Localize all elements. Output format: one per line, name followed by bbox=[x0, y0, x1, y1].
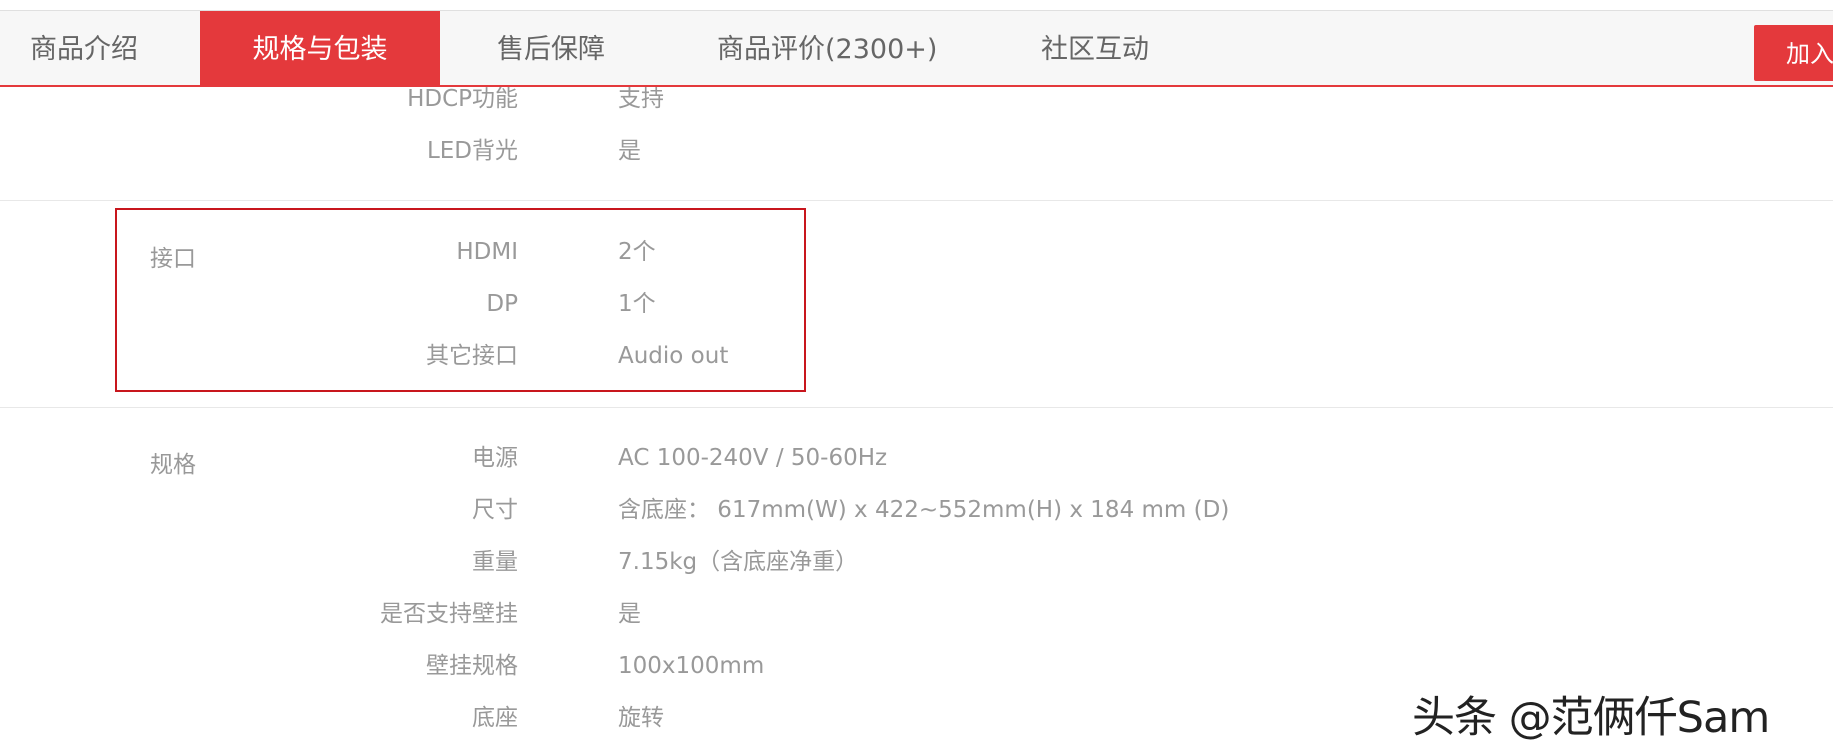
tab-specs-packaging[interactable]: 规格与包装 bbox=[200, 11, 440, 85]
spec-key: 底座 bbox=[472, 705, 518, 731]
spec-key: 壁挂规格 bbox=[426, 653, 518, 679]
spec-value: 100x100mm bbox=[618, 653, 765, 679]
spec-row: 尺寸 含底座： 617mm(W) x 422~552mm(H) x 184 mm… bbox=[0, 490, 1833, 530]
spec-value: AC 100-240V / 50-60Hz bbox=[618, 445, 888, 471]
spec-row: 是否支持壁挂 是 bbox=[0, 594, 1833, 634]
spec-key: 尺寸 bbox=[472, 497, 518, 523]
section-divider bbox=[0, 200, 1833, 201]
spec-value: 是 bbox=[618, 138, 641, 164]
spec-key: LED背光 bbox=[426, 138, 518, 164]
spec-key: 是否支持壁挂 bbox=[380, 601, 518, 627]
spec-row: HDCP功能 支持 bbox=[0, 87, 1833, 119]
tab-reviews[interactable]: 商品评价(2300+) bbox=[717, 11, 937, 85]
spec-value: 含底座： 617mm(W) x 422~552mm(H) x 184 mm (D… bbox=[618, 497, 1230, 523]
interface-highlight-box bbox=[115, 208, 806, 392]
spec-row: 壁挂规格 100x100mm bbox=[0, 646, 1833, 686]
spec-row: LED背光 是 bbox=[0, 131, 1833, 171]
section-divider bbox=[0, 407, 1833, 408]
spec-key: 电源 bbox=[472, 445, 518, 471]
watermark: 头条 @范俩仟Sam bbox=[1412, 693, 1770, 743]
spec-value: 支持 bbox=[618, 87, 664, 112]
spec-key: 重量 bbox=[472, 549, 518, 575]
tab-community[interactable]: 社区互动 bbox=[1041, 11, 1149, 85]
add-to-cart-button[interactable]: 加入 bbox=[1754, 25, 1833, 81]
spec-key: HDCP功能 bbox=[407, 87, 518, 112]
spec-table: HDCP功能 支持 LED背光 是 接口 HDMI 2个 DP 1个 其它接口 … bbox=[0, 87, 1833, 755]
spec-value: 是 bbox=[618, 601, 641, 627]
spec-value: 旋转 bbox=[618, 705, 664, 731]
spec-row: 重量 7.15kg（含底座净重） bbox=[0, 542, 1833, 582]
tab-bar: 商品介绍 规格与包装 售后保障 商品评价(2300+) 社区互动 加入 bbox=[0, 11, 1833, 87]
tab-product-intro[interactable]: 商品介绍 bbox=[30, 11, 138, 85]
tab-after-sales[interactable]: 售后保障 bbox=[497, 11, 605, 85]
spec-value: 7.15kg（含底座净重） bbox=[618, 549, 859, 575]
spec-row: 电源 AC 100-240V / 50-60Hz bbox=[0, 438, 1833, 478]
